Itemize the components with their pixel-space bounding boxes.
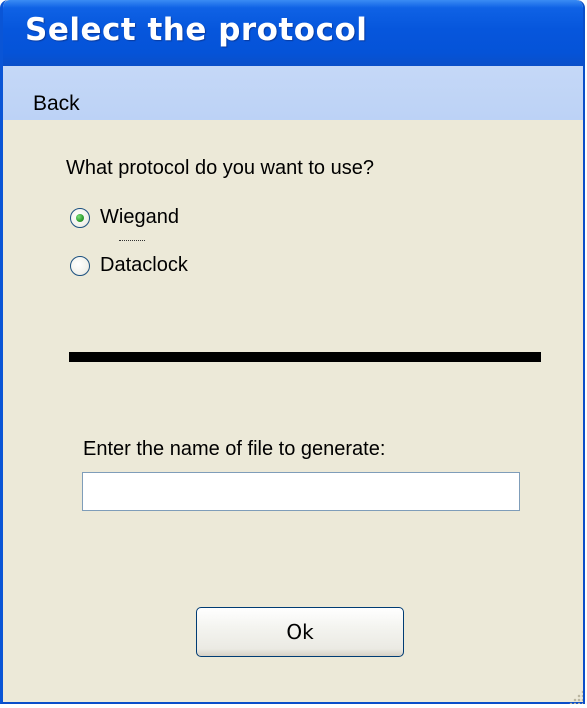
radio-dot-icon xyxy=(76,213,84,222)
file-name-label: Enter the name of file to generate: xyxy=(83,438,386,460)
radio-wiegand-label[interactable]: Wiegand xyxy=(100,206,179,229)
radio-dataclock[interactable]: Dataclock xyxy=(70,254,188,277)
menu-bar xyxy=(3,66,583,120)
radio-button-icon[interactable] xyxy=(70,255,90,276)
back-menu-item[interactable]: Back xyxy=(33,92,80,116)
radio-wiegand[interactable]: Wiegand xyxy=(70,206,179,229)
window-title: Select the protocol xyxy=(25,12,368,48)
protocol-question: What protocol do you want to use? xyxy=(66,157,374,179)
ok-button[interactable]: Ok xyxy=(196,607,404,657)
radio-button-selected-icon[interactable] xyxy=(70,207,90,228)
radio-dataclock-label[interactable]: Dataclock xyxy=(100,254,188,277)
focus-indicator xyxy=(119,240,145,241)
title-bar: Select the protocol xyxy=(3,0,583,66)
separator-line xyxy=(69,352,541,362)
file-name-input[interactable] xyxy=(82,472,520,511)
